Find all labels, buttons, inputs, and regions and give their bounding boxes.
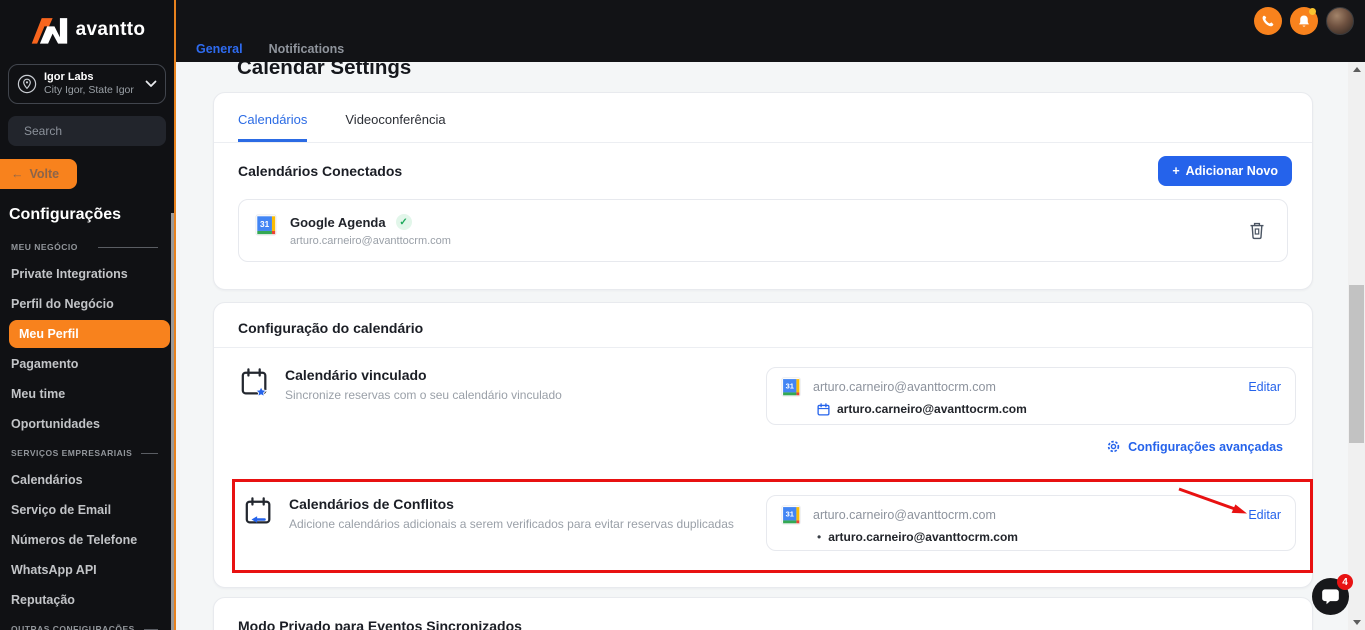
- plus-icon: +: [1172, 164, 1180, 178]
- sidebar-item-calendarios[interactable]: Calendários: [11, 465, 174, 495]
- sidebar-item-private-integrations[interactable]: Private Integrations: [11, 259, 174, 289]
- google-calendar-icon: 31: [255, 214, 277, 236]
- google-calendar-icon: 31: [781, 505, 801, 525]
- location-name: Igor Labs: [44, 71, 94, 83]
- conflict-calendars-description: Adicione calendários adicionais a serem …: [289, 517, 734, 531]
- sidebar-item-reputacao[interactable]: Reputação: [11, 585, 174, 615]
- chat-button[interactable]: 4: [1312, 574, 1353, 615]
- connected-calendars-card: Calendários Videoconferência Calendários…: [213, 92, 1313, 290]
- vertical-scrollbar[interactable]: [1348, 62, 1365, 630]
- search-box: [8, 116, 174, 146]
- avantto-logo-icon: [31, 18, 67, 44]
- sidebar-item-meu-perfil[interactable]: Meu Perfil: [9, 320, 170, 348]
- add-new-button[interactable]: + Adicionar Novo: [1158, 156, 1292, 186]
- tab-notifications[interactable]: Notifications: [269, 42, 345, 56]
- chevron-down-icon: [145, 80, 157, 87]
- chat-bubble-icon: [1322, 588, 1339, 604]
- linked-calendar-title: Calendário vinculado: [285, 367, 427, 383]
- location-selector[interactable]: Igor Labs City Igor, State Igor: [8, 64, 166, 104]
- nav-section-servicos-empresariais: SERVIÇOS EMPRESARIAIS: [11, 439, 174, 465]
- tab-videoconferencia[interactable]: Videoconferência: [345, 112, 445, 142]
- linked-calendar-setting: Calendário vinculado Sincronize reservas…: [240, 367, 562, 402]
- linked-calendar-icon: [241, 368, 268, 398]
- header-tabs: General Notifications: [196, 42, 344, 56]
- user-avatar[interactable]: [1326, 7, 1354, 35]
- svg-text:31: 31: [786, 382, 794, 391]
- main-content: Calendar Settings Calendários Videoconfe…: [176, 62, 1365, 630]
- sidebar: avantto Igor Labs City Igor, State Igor: [0, 0, 176, 630]
- location-subtitle: City Igor, State Igor: [44, 84, 134, 96]
- private-mode-heading: Modo Privado para Eventos Sincronizados: [238, 618, 522, 630]
- phone-icon: [1262, 15, 1274, 27]
- sidebar-title: Configurações: [9, 206, 122, 223]
- notification-dot: [1309, 8, 1316, 15]
- conflict-calendars-highlight: Calendários de Conflitos Adicione calend…: [232, 479, 1313, 573]
- connected-calendars-heading: Calendários Conectados: [238, 163, 403, 179]
- linked-calendar-email: arturo.carneiro@avanttocrm.com: [837, 402, 1027, 416]
- linked-calendar-description: Sincronize reservas com o seu calendário…: [285, 388, 562, 402]
- connected-calendar-row: 31 Google Agenda ✓ arturo.carneiro@avant…: [238, 199, 1288, 262]
- sidebar-nav: MEU NEGÓCIO Private Integrations Perfil …: [0, 233, 174, 630]
- linked-account-box: 31 arturo.carneiro@avanttocrm.com Editar…: [766, 367, 1296, 425]
- back-button-label: Volte: [29, 167, 60, 181]
- nav-section-meu-negocio: MEU NEGÓCIO: [11, 233, 174, 259]
- gear-icon: [1107, 440, 1120, 453]
- scroll-down-arrow[interactable]: [1352, 620, 1361, 625]
- back-arrow-icon: ←: [11, 167, 24, 181]
- chat-unread-badge: 4: [1337, 574, 1353, 590]
- provider-name: Google Agenda: [290, 214, 386, 230]
- private-mode-card: Modo Privado para Eventos Sincronizados: [213, 597, 1313, 630]
- conflict-calendar-email: arturo.carneiro@avanttocrm.com: [828, 530, 1018, 544]
- sidebar-scrollbar-thumb[interactable]: [171, 213, 174, 630]
- nav-section-outras-configuracoes: OUTRAS CONFIGURAÇÕES: [11, 615, 174, 630]
- add-new-label: Adicionar Novo: [1185, 164, 1278, 178]
- brand-name: avantto: [75, 19, 146, 40]
- sidebar-item-pagamento[interactable]: Pagamento: [11, 349, 174, 379]
- scroll-up-arrow[interactable]: [1352, 67, 1361, 72]
- linked-edit-link[interactable]: Editar: [1248, 380, 1281, 394]
- linked-account-email: arturo.carneiro@avanttocrm.com: [813, 380, 996, 394]
- advanced-settings-link[interactable]: Configurações avançadas: [1106, 439, 1283, 454]
- conflict-calendars-title: Calendários de Conflitos: [289, 496, 454, 512]
- top-header: General Notifications: [176, 0, 1365, 62]
- sidebar-item-servico-de-email[interactable]: Serviço de Email: [11, 495, 174, 525]
- svg-text:31: 31: [260, 220, 270, 229]
- notifications-button[interactable]: [1290, 7, 1318, 35]
- header-icons: [1254, 7, 1354, 35]
- tab-calendarios[interactable]: Calendários: [238, 112, 308, 142]
- mini-calendar-icon: [817, 402, 830, 416]
- calendar-config-card: Configuração do calendário Calendário vi…: [213, 302, 1313, 588]
- tab-general[interactable]: General: [196, 42, 243, 56]
- scrollbar-thumb[interactable]: [1349, 285, 1364, 443]
- phone-button[interactable]: [1254, 7, 1282, 35]
- advanced-settings-label: Configurações avançadas: [1128, 439, 1283, 454]
- page-title: Calendar Settings: [237, 62, 412, 79]
- bell-icon: [1299, 14, 1309, 27]
- sidebar-item-meu-time[interactable]: Meu time: [11, 379, 174, 409]
- sidebar-item-whatsapp-api[interactable]: WhatsApp API: [11, 555, 174, 585]
- trash-icon: [1250, 222, 1264, 239]
- app-window: avantto Igor Labs City Igor, State Igor: [0, 0, 1365, 630]
- back-button[interactable]: ← Volte: [0, 159, 77, 189]
- sidebar-item-numeros-de-telefone[interactable]: Números de Telefone: [11, 525, 174, 555]
- connected-email: arturo.carneiro@avanttocrm.com: [290, 235, 451, 247]
- svg-text:31: 31: [786, 510, 794, 519]
- location-pin-icon: [17, 74, 37, 94]
- conflict-account-email: arturo.carneiro@avanttocrm.com: [813, 508, 996, 522]
- google-calendar-icon: 31: [781, 377, 801, 397]
- config-heading: Configuração do calendário: [238, 320, 424, 336]
- brand-logo: avantto: [0, 0, 174, 60]
- bullet-icon: •: [817, 530, 822, 544]
- calendar-card-tabs: Calendários Videoconferência: [214, 93, 1312, 143]
- delete-calendar-button[interactable]: [1249, 222, 1265, 240]
- conflict-edit-link[interactable]: Editar: [1248, 508, 1281, 522]
- sidebar-item-oportunidades[interactable]: Oportunidades: [11, 409, 174, 439]
- sidebar-item-perfil-do-negocio[interactable]: Perfil do Negócio: [11, 289, 174, 319]
- connected-check-icon: ✓: [395, 214, 412, 230]
- divider: [214, 347, 1312, 348]
- conflict-account-box: 31 arturo.carneiro@avanttocrm.com Editar…: [766, 495, 1296, 551]
- search-input[interactable]: [24, 124, 174, 138]
- conflict-calendar-icon: [245, 497, 271, 524]
- conflict-calendars-setting: Calendários de Conflitos Adicione calend…: [244, 496, 734, 531]
